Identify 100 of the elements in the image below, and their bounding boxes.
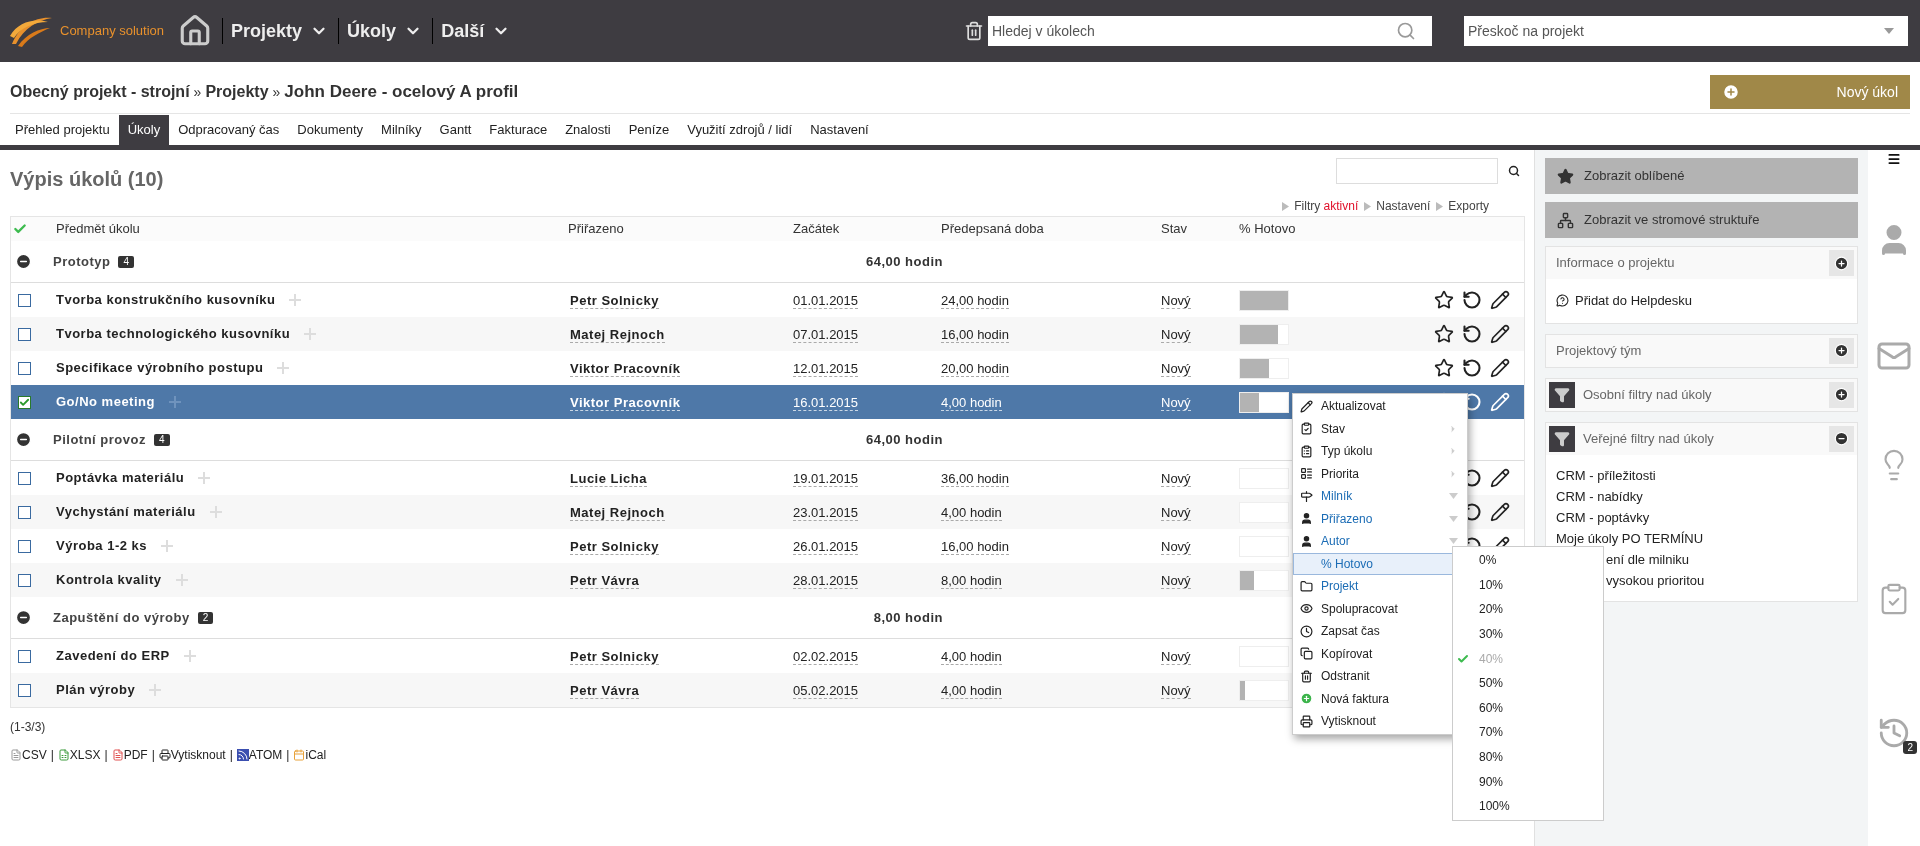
task-subject[interactable]: Specifikace výrobního postupu xyxy=(56,358,264,378)
toolbar-link[interactable]: Exporty xyxy=(1436,197,1489,215)
export-link[interactable]: CSV xyxy=(22,746,47,764)
checkbox[interactable] xyxy=(18,649,31,663)
trash-icon[interactable] xyxy=(964,21,984,41)
checkbox[interactable] xyxy=(18,471,31,485)
nav-menu[interactable]: Úkoly xyxy=(338,18,429,44)
collapse-icon[interactable] xyxy=(15,431,32,448)
tab[interactable]: Milníky xyxy=(372,115,431,145)
edit-icon[interactable] xyxy=(1490,290,1510,310)
tab[interactable]: Úkoly xyxy=(118,115,170,145)
menu-item[interactable]: Milník xyxy=(1293,485,1467,508)
assignee-link[interactable]: Matej Rejnoch xyxy=(570,327,665,343)
column-header[interactable]: Předepsaná doba xyxy=(941,219,1161,239)
tab[interactable]: Nastavení xyxy=(801,115,878,145)
tab[interactable]: Fakturace xyxy=(480,115,557,145)
nav-menu[interactable]: Projekty xyxy=(222,18,335,44)
filter-link[interactable]: CRM - poptávky xyxy=(1556,506,1650,528)
toolbar-link[interactable]: Filtry aktivní xyxy=(1282,197,1359,215)
toolbar-link[interactable]: Nastavení xyxy=(1364,197,1431,215)
filter-field[interactable] xyxy=(1336,158,1498,184)
menu-item[interactable]: 100% xyxy=(1453,793,1603,819)
edit-icon[interactable] xyxy=(1490,468,1510,488)
breadcrumb-link[interactable]: Projekty xyxy=(205,80,269,104)
filter-link[interactable]: CRM - příležitosti xyxy=(1556,464,1656,486)
assignee-link[interactable]: Petr Solnicky xyxy=(570,649,659,665)
assignee-link[interactable]: Petr Vávra xyxy=(570,573,640,589)
nav-menu[interactable]: Další xyxy=(432,18,517,44)
task-subject[interactable]: Tvorba technologického kusovníku xyxy=(56,324,291,344)
filter-link[interactable]: vysokou prioritou xyxy=(1606,569,1705,591)
checkbox[interactable] xyxy=(18,395,31,409)
column-header[interactable]: Stav xyxy=(1161,219,1239,239)
tab[interactable]: Využití zdrojů / lidí xyxy=(678,115,802,145)
export-link[interactable]: ATOM xyxy=(248,746,283,764)
export-link[interactable]: Vytisknout xyxy=(170,746,226,764)
task-subject[interactable]: Vychystání materiálu xyxy=(56,502,196,522)
refresh-icon[interactable] xyxy=(1462,324,1482,344)
check-all-icon[interactable] xyxy=(13,222,27,236)
star-icon[interactable] xyxy=(1434,324,1454,344)
tab[interactable]: Znalosti xyxy=(556,115,620,145)
export-link[interactable]: iCal xyxy=(305,746,327,764)
breadcrumb-link[interactable]: Obecný projekt - strojní xyxy=(10,80,190,104)
expand-button[interactable] xyxy=(1829,381,1854,408)
checkbox[interactable] xyxy=(18,573,31,587)
menu-item[interactable]: Priorita xyxy=(1293,462,1467,485)
tab[interactable]: Gantt xyxy=(430,115,481,145)
edit-icon[interactable] xyxy=(1490,324,1510,344)
checkbox[interactable] xyxy=(18,293,31,307)
refresh-icon[interactable] xyxy=(1462,290,1482,310)
checkbox[interactable] xyxy=(18,361,31,375)
task-subject[interactable]: Tvorba konstrukčního kusovníku xyxy=(56,290,276,310)
export-link[interactable]: XLSX xyxy=(69,746,101,764)
column-header[interactable]: Předmět úkolu xyxy=(56,219,568,239)
tab[interactable]: Přehled projektu xyxy=(10,115,119,145)
checkbox[interactable] xyxy=(18,327,31,341)
search-input[interactable]: Hledej v úkolech xyxy=(992,20,1396,42)
sidebar-button[interactable]: Zobrazit ve stromové struktuře xyxy=(1545,202,1858,238)
menu-item[interactable]: Aktualizovat xyxy=(1293,395,1467,418)
edit-icon[interactable] xyxy=(1490,358,1510,378)
search-icon[interactable] xyxy=(1508,165,1520,177)
checkbox[interactable] xyxy=(18,539,31,553)
menu-item[interactable]: 90% xyxy=(1453,769,1603,794)
checkbox[interactable] xyxy=(18,683,31,697)
collapse-button[interactable] xyxy=(1829,425,1854,452)
menu-item[interactable]: Stav xyxy=(1293,417,1467,440)
menu-item[interactable]: % Hotovo xyxy=(1293,552,1455,575)
assignee-link[interactable]: Matej Rejnoch xyxy=(570,505,665,521)
task-subject[interactable]: Kontrola kvality xyxy=(56,570,162,590)
search-field[interactable]: Hledej v úkolech xyxy=(988,16,1432,46)
task-subject[interactable]: Výroba 1-2 ks xyxy=(56,536,148,556)
task-subject[interactable]: Zavedení do ERP xyxy=(56,646,170,666)
expand-button[interactable] xyxy=(1829,250,1854,276)
collapse-icon[interactable] xyxy=(15,253,32,270)
project-select[interactable]: Přeskoč na projekt xyxy=(1464,16,1908,46)
task-subject[interactable]: Plán výroby xyxy=(56,680,136,700)
menu-item[interactable]: Přiřazeno xyxy=(1293,507,1467,530)
assignee-link[interactable]: Petr Vávra xyxy=(570,683,640,699)
task-subject[interactable]: Poptávka materiálu xyxy=(56,468,185,488)
history-icon[interactable] xyxy=(1877,716,1911,750)
sidebar-button[interactable]: Zobrazit oblíbené xyxy=(1545,158,1858,194)
tab[interactable]: Peníze xyxy=(619,115,679,145)
menu-item[interactable]: 80% xyxy=(1453,744,1603,770)
star-icon[interactable] xyxy=(1434,290,1454,310)
expand-button[interactable] xyxy=(1829,337,1854,364)
menu-icon[interactable] xyxy=(1887,152,1901,166)
column-header[interactable]: Začátek xyxy=(793,219,941,239)
filter-link[interactable]: ení dle milniku xyxy=(1606,548,1690,570)
tab[interactable]: Odpracovaný čas xyxy=(169,115,289,145)
star-icon[interactable] xyxy=(1434,358,1454,378)
assignee-link[interactable]: Viktor Pracovník xyxy=(570,361,681,377)
collapse-icon[interactable] xyxy=(15,609,32,626)
column-header[interactable]: Přiřazeno xyxy=(568,219,793,239)
assignee-link[interactable]: Petr Solnicky xyxy=(570,293,659,309)
filter-link[interactable]: CRM - nabídky xyxy=(1556,485,1643,507)
task-subject[interactable]: Go/No meeting xyxy=(56,392,155,412)
filter-link[interactable]: Moje úkoly PO TERMÍNU xyxy=(1556,527,1704,549)
assignee-link[interactable]: Lucie Licha xyxy=(570,471,648,487)
assignee-link[interactable]: Petr Solnicky xyxy=(570,539,659,555)
edit-icon[interactable] xyxy=(1490,502,1510,522)
menu-item[interactable]: Typ úkolu xyxy=(1293,440,1467,463)
